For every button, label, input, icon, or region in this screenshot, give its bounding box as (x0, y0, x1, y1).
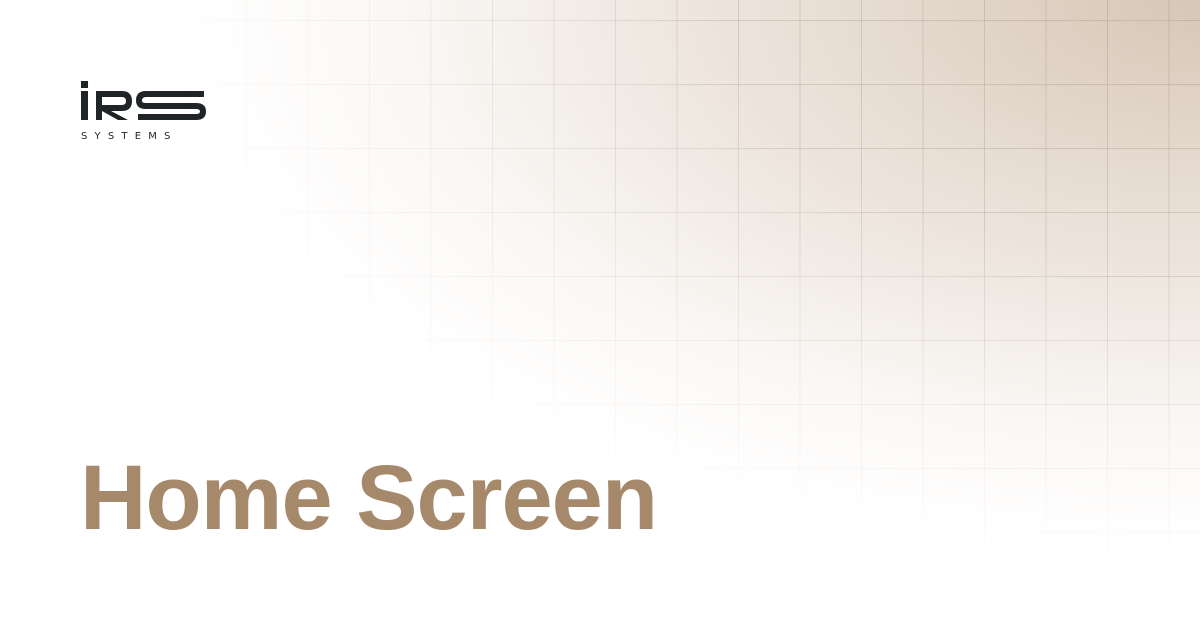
page-title: Home Screen (80, 447, 658, 549)
logo-subtext: SYSTEMS (81, 131, 178, 142)
brand-logo: SYSTEMS (80, 80, 210, 144)
